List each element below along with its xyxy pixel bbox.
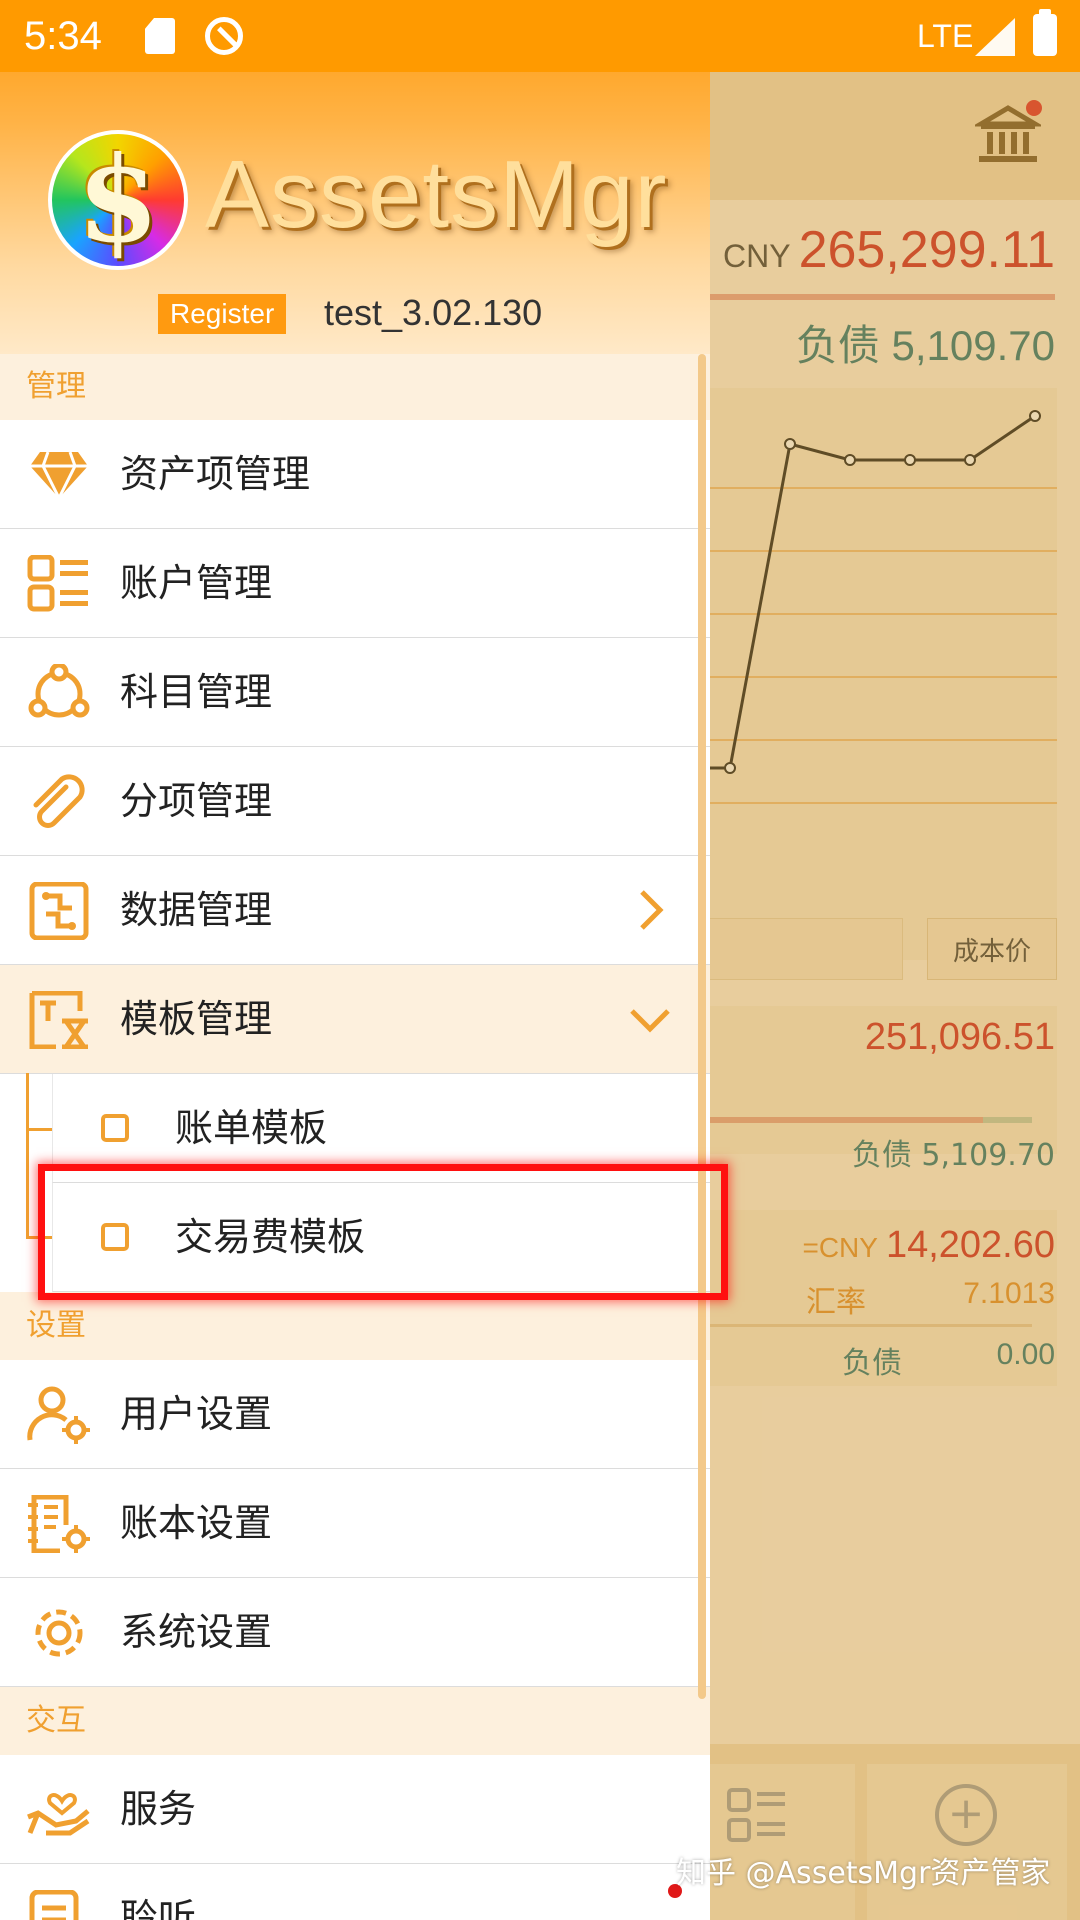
menu-label: 账户管理	[120, 561, 273, 605]
menu-item-ledger-settings[interactable]: 账本设置	[0, 1469, 710, 1578]
sync-icon	[205, 17, 243, 55]
watermark: 知乎 @AssetsMgr资产管家	[676, 1856, 1051, 1891]
menu-item-template-management[interactable]: 模板管理	[0, 965, 710, 1074]
menu-item-listen[interactable]: 聆听	[0, 1864, 710, 1920]
data-icon	[29, 882, 89, 940]
dollar-logo-icon: $	[76, 130, 160, 269]
ledger-settings-icon	[28, 1495, 90, 1553]
menu-item-account-management[interactable]: 账户管理	[0, 529, 710, 638]
menu-item-service[interactable]: 服务	[0, 1755, 710, 1864]
share-nodes-icon	[28, 664, 90, 718]
menu-label: 用户设置	[120, 1392, 273, 1436]
menu-label: 模板管理	[120, 997, 273, 1041]
menu-item-asset-management[interactable]: 资产项管理	[0, 420, 710, 529]
user-settings-icon	[27, 1386, 90, 1444]
menu-label: 分项管理	[120, 779, 273, 823]
highlight-annotation	[38, 1164, 728, 1300]
service-hand-icon	[27, 1793, 90, 1836]
menu-label: 服务	[120, 1787, 197, 1831]
app-name: AssetsMgr	[205, 141, 668, 248]
status-time: 5:34	[24, 14, 102, 58]
menu-label: 数据管理	[120, 888, 273, 932]
menu-label: 系统设置	[120, 1610, 273, 1654]
battery-icon	[1033, 9, 1057, 56]
menu-label: 资产项管理	[120, 452, 311, 496]
gear-icon	[35, 1609, 83, 1657]
menu-label: 账本设置	[120, 1501, 273, 1545]
square-bullet-icon	[101, 1114, 129, 1142]
section-settings: 设置	[0, 1292, 710, 1360]
navigation-drawer: $ AssetsMgr Register test_3.02.130 管理 资产…	[0, 0, 710, 1920]
listen-icon	[29, 1890, 79, 1920]
tree-connector	[26, 1073, 29, 1237]
menu-label: 聆听	[120, 1896, 197, 1920]
network-type: LTE	[917, 18, 974, 54]
menu-item-item-management[interactable]: 分项管理	[0, 747, 710, 856]
paperclip-icon	[33, 774, 85, 828]
menu-item-user-settings[interactable]: 用户设置	[0, 1360, 710, 1469]
status-bar: 5:34 LTE	[0, 0, 1080, 72]
menu-item-subject-management[interactable]: 科目管理	[0, 638, 710, 747]
template-icon	[29, 991, 88, 1049]
username: test_3.02.130	[324, 292, 543, 333]
tree-connector	[26, 1128, 52, 1131]
menu-label: 科目管理	[120, 670, 273, 714]
section-manage: 管理	[0, 354, 710, 420]
chevron-right-icon	[640, 890, 664, 930]
menu-item-data-management[interactable]: 数据管理	[0, 856, 710, 965]
drawer-scrollbar[interactable]	[698, 354, 706, 1699]
account-list-icon	[27, 555, 88, 612]
diamond-icon	[30, 451, 88, 502]
menu-item-system-settings[interactable]: 系统设置	[0, 1578, 710, 1687]
chevron-down-icon	[630, 1009, 670, 1033]
sd-card-icon	[145, 18, 175, 54]
register-badge[interactable]: Register	[158, 294, 287, 334]
signal-icon	[975, 18, 1015, 56]
section-interact: 交互	[0, 1687, 710, 1755]
